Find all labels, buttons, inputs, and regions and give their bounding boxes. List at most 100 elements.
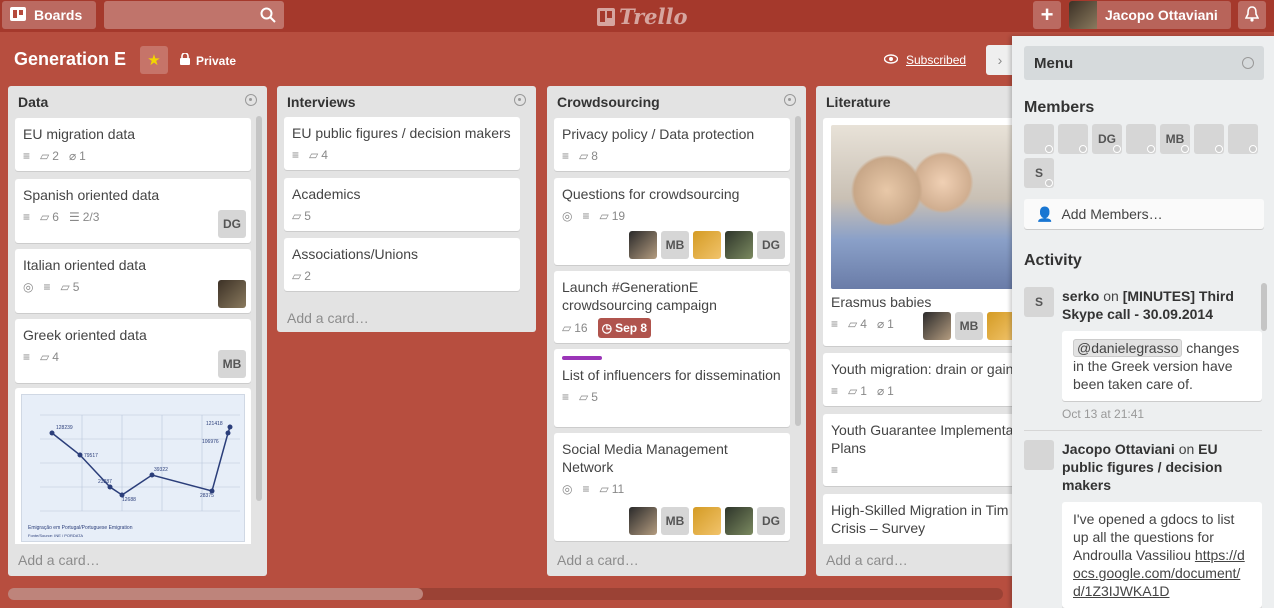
comment-count: 1 [860,384,867,398]
card-title: Launch #GenerationE crowdsourcing campai… [562,279,717,313]
lock-icon [180,52,190,68]
add-card-link[interactable]: Add a card… [557,552,639,568]
card[interactable]: Italian oriented data ◎ ≡ ▱ 5 [15,249,251,313]
search-icon[interactable] [260,7,276,28]
member-avatar[interactable]: S [1024,287,1054,317]
member-avatar[interactable]: MB [218,350,246,378]
card[interactable]: High-Skilled Migration in Tim Crisis – S… [823,494,1016,544]
member-avatar[interactable] [923,312,951,340]
card[interactable]: EU migration data ≡ ▱ 2 ⌀ 1 [15,118,251,171]
comment-count: 4 [860,317,867,331]
member-avatar[interactable] [693,507,721,535]
member-avatar[interactable]: DG [218,210,246,238]
card[interactable]: Questions for crowdsourcing ◎ ≡ ▱ 19 MB DG [554,178,790,265]
card[interactable]: EU public figures / decision makers ≡ ▱ 4 [284,117,520,170]
card[interactable]: Youth Guarantee Implementa Plans ≡ [823,414,1016,486]
attachment-count: 1 [887,384,894,398]
chevron-right-icon[interactable]: › [986,45,1014,75]
comment-count: 16 [574,321,588,335]
list-title[interactable]: Crowdsourcing [557,94,660,110]
trello-logo[interactable]: Trello [597,4,688,29]
member-avatar[interactable] [725,507,753,535]
list-header: Data [8,86,267,116]
board-title[interactable]: Generation E [14,49,126,70]
comment-count: 5 [72,280,80,294]
add-members-button[interactable]: 👤 Add Members… [1024,199,1264,229]
list-title[interactable]: Literature [826,94,891,110]
member-avatar[interactable] [1194,124,1224,154]
plus-icon: + [1040,2,1054,27]
member-avatar[interactable] [1228,124,1258,154]
list-title[interactable]: Data [18,94,48,110]
member-avatar[interactable]: MB [661,231,689,259]
member-avatar[interactable]: S [1024,158,1054,188]
subscribed-button[interactable]: Subscribed [883,53,966,67]
card-title: Social Media Management Network [562,441,728,475]
chart-label: 12688 [122,497,136,503]
member-avatar[interactable] [725,231,753,259]
member-avatar[interactable]: MB [661,507,689,535]
member-avatar[interactable] [693,231,721,259]
member-avatar[interactable] [987,312,1015,340]
card[interactable]: Spanish oriented data ≡ ▱ 6 ☰ 2/3 DG [15,179,251,243]
card-title: Spanish oriented data [23,187,160,203]
list-data: Data EU migration data ≡ ▱ 2 ⌀ 1 Spanish ori… [8,86,267,576]
card[interactable]: Social Media Management Network ◎ ≡ ▱ 11 MB… [554,433,790,541]
add-card-link[interactable]: Add a card… [826,552,908,568]
card[interactable]: Greek oriented data ≡ ▱ 4 MB [15,319,251,383]
list-title[interactable]: Interviews [287,94,355,110]
menu-scrollbar[interactable] [1261,283,1267,331]
member-avatar[interactable]: DG [757,507,785,535]
member-avatar[interactable]: MB [1160,124,1190,154]
activity-user[interactable]: Jacopo Ottaviani [1062,441,1175,457]
member-avatar[interactable] [629,507,657,535]
card[interactable]: Privacy policy / Data protection ≡ ▱ 8 [554,118,790,171]
visibility-button[interactable]: Private [180,52,236,68]
description-icon: ≡ [562,390,570,404]
add-card-link[interactable]: Add a card… [18,552,100,568]
close-menu-icon[interactable] [1242,57,1254,69]
card[interactable]: Launch #GenerationE crowdsourcing campai… [554,271,790,343]
description-icon: ≡ [582,209,590,223]
card[interactable]: Academics ▱ 5 [284,178,520,231]
list-menu-icon[interactable] [245,94,257,106]
comment-icon: ▱ [292,269,302,283]
card[interactable]: 128239 79517 23287 12688 39322 28375 121… [15,388,251,544]
list-scrollbar[interactable] [795,116,801,426]
member-avatar[interactable] [218,280,246,308]
list-scrollbar[interactable] [256,116,262,501]
member-avatar[interactable] [1024,124,1054,154]
user-menu-button[interactable]: Jacopo Ottaviani [1069,1,1231,29]
card[interactable]: Youth migration: drain or gain ≡ ▱ 1 ⌀ 1 [823,353,1016,406]
activity-heading: Activity [1024,252,1082,269]
activity-timestamp[interactable]: Oct 13 at 21:41 [1062,407,1262,421]
member-avatar[interactable] [1024,440,1054,470]
comment-icon: ▱ [40,149,50,163]
logo-text: Trello [619,4,688,29]
board-horizontal-scrollbar[interactable] [8,588,1003,600]
list-menu-icon[interactable] [514,94,526,106]
member-avatar[interactable]: DG [1092,124,1122,154]
activity-comment: I've opened a gdocs to list up all the q… [1062,502,1262,608]
member-avatar[interactable]: DG [757,231,785,259]
search-input[interactable] [104,1,284,29]
card[interactable]: List of influencers for dissemination ≡ ▱… [554,349,790,427]
list-menu-icon[interactable] [784,94,796,106]
member-avatar[interactable]: MB [955,312,983,340]
member-avatar[interactable] [1058,124,1088,154]
notifications-button[interactable] [1238,1,1266,29]
add-card-link[interactable]: Add a card… [287,310,369,326]
card[interactable]: Associations/Unions ▱ 2 [284,238,520,291]
member-avatar[interactable] [629,231,657,259]
card[interactable]: Erasmus babies ≡ ▱ 4 ⌀ 1 MB [823,118,1016,346]
star-icon[interactable]: ★ [140,46,168,74]
comment-count: 4 [52,350,59,364]
activity-user[interactable]: serko [1062,288,1099,304]
card-title: List of influencers for dissemination [562,367,781,383]
add-button[interactable]: + [1033,1,1061,29]
scrollbar-thumb[interactable] [8,588,423,600]
mention[interactable]: @danielegrasso [1073,339,1183,357]
member-avatar[interactable] [1126,124,1156,154]
boards-button[interactable]: Boards [2,1,96,29]
eye-icon: ◎ [562,482,573,496]
